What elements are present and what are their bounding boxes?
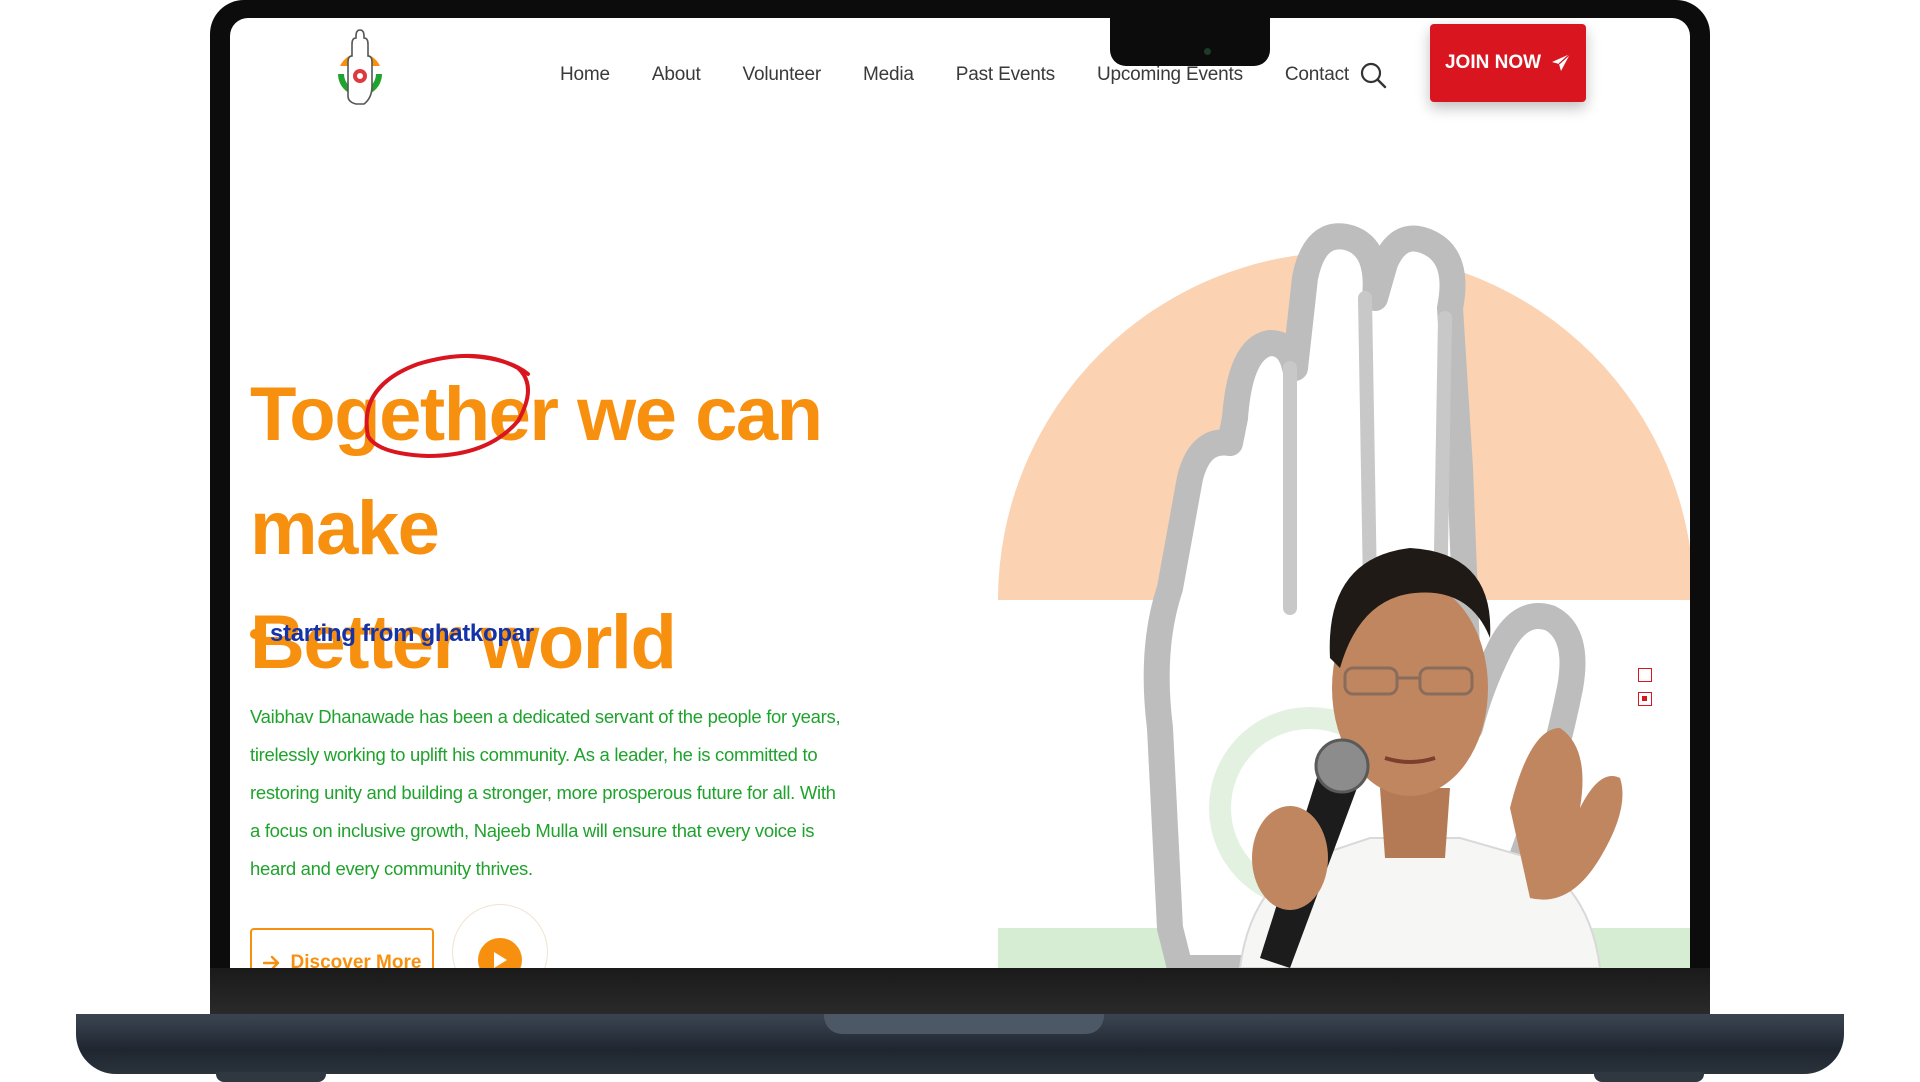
- nav-contact[interactable]: Contact: [1285, 64, 1349, 86]
- main-nav: Home About Volunteer Media Past Events U…: [560, 64, 1349, 86]
- paper-plane-icon: [1552, 53, 1571, 71]
- camera-lens: [1204, 48, 1211, 55]
- nav-media[interactable]: Media: [863, 64, 914, 86]
- nav-volunteer[interactable]: Volunteer: [743, 64, 822, 86]
- nav-upcoming-events[interactable]: Upcoming Events: [1097, 64, 1243, 86]
- slider-dot-active[interactable]: [1638, 692, 1652, 706]
- tagline-text: starting from ghatkopar: [270, 620, 534, 647]
- laptop-foot: [216, 1072, 326, 1082]
- laptop-base: [76, 1014, 1844, 1082]
- hero-description: Vaibhav Dhanawade has been a dedicated s…: [250, 706, 841, 879]
- nav-home[interactable]: Home: [560, 64, 610, 86]
- discover-more-button[interactable]: Discover More: [250, 928, 434, 968]
- hero-slider-pagination: [1638, 668, 1652, 706]
- camera-notch: [1110, 18, 1270, 66]
- laptop-foot: [1594, 1072, 1704, 1082]
- join-now-label: JOIN NOW: [1444, 52, 1542, 73]
- nav-past-events[interactable]: Past Events: [956, 64, 1055, 86]
- play-icon: [494, 952, 507, 968]
- discover-more-label: Discover More: [290, 952, 422, 968]
- search-icon[interactable]: [1358, 60, 1388, 90]
- laptop-lid-bottom: [210, 968, 1710, 1015]
- tagline-bullet: [250, 629, 260, 639]
- hand-drawn-circle-decoration: [364, 353, 530, 459]
- nav-about[interactable]: About: [652, 64, 701, 86]
- laptop-hinge: [824, 1014, 1104, 1034]
- slider-dot[interactable]: [1638, 668, 1652, 682]
- arrow-right-icon: [262, 955, 279, 968]
- join-now-button[interactable]: JOIN NOW: [1430, 24, 1586, 102]
- hero-illustration: [998, 223, 1690, 968]
- laptop-screen: Home About Volunteer Media Past Events U…: [230, 18, 1690, 968]
- congress-hand-logo[interactable]: [330, 26, 390, 114]
- hero-tagline: starting from ghatkopar: [250, 620, 534, 648]
